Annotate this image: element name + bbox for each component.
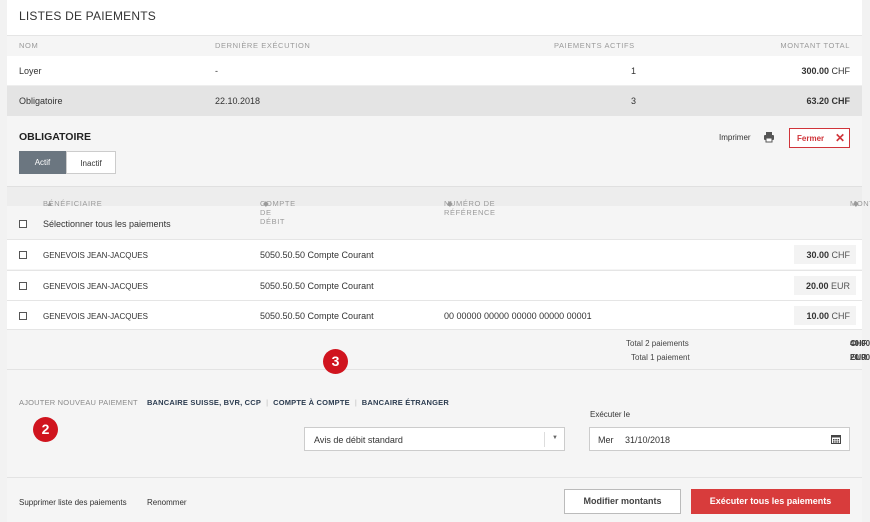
- page-title: LISTES DE PAIEMENTS: [19, 9, 156, 23]
- payments-column-header: BÉNÉFICIAIRE ▲ COMPTE DE DÉBIT ◆ NUMÉRO DE…: [7, 186, 870, 226]
- beneficiary: GENEVOIS JEAN-JACQUES: [43, 251, 148, 260]
- list-last: -: [215, 66, 218, 76]
- chevron-down-icon: ▼: [552, 435, 558, 441]
- list-row-loyer[interactable]: Loyer - 1 300.00 CHF: [7, 56, 862, 86]
- total-label: Total 2 paiements: [626, 339, 689, 348]
- sort-icon: ◆: [853, 199, 860, 208]
- printer-icon[interactable]: [763, 131, 775, 143]
- col-name: NOM: [19, 41, 39, 50]
- detail-title: OBLIGATOIRE: [19, 131, 91, 143]
- delete-list-link[interactable]: Supprimer liste des paiements: [19, 498, 127, 507]
- sort-icon: ◆: [263, 199, 270, 208]
- beneficiary: GENEVOIS JEAN-JACQUES: [43, 312, 148, 321]
- payment-checkbox[interactable]: [19, 251, 27, 259]
- tab-actif[interactable]: Actif: [19, 151, 66, 174]
- add-payment-row: AJOUTER NOUVEAU PAIEMENT BANCAIRE SUISSE…: [19, 398, 449, 407]
- execution-date-label: Exécuter le: [590, 410, 631, 419]
- list-amount: 300.00 CHF: [801, 66, 850, 76]
- payment-row[interactable]: GENEVOIS JEAN-JACQUES 5050.50.50 Compte …: [7, 300, 862, 330]
- debit-notice-value: Avis de débit standard: [314, 435, 403, 445]
- amount: 10.00 CHF: [806, 311, 850, 321]
- lists-header: LISTES DE PAIEMENTS: [7, 0, 862, 36]
- col-active-payments: PAIEMENTS ACTIFS: [554, 41, 635, 50]
- debit-account: 5050.50.50 Compte Courant: [260, 311, 374, 321]
- list-row-obligatoire[interactable]: Obligatoire 22.10.2018 3 63.20 CHF: [7, 86, 862, 116]
- status-toggle: Actif Inactif: [19, 151, 116, 174]
- execution-date-input[interactable]: Mer 31/10/2018: [589, 427, 850, 451]
- execution-day: Mer: [598, 435, 614, 445]
- step-badge-3: 3: [323, 349, 348, 374]
- list-active: 1: [631, 66, 637, 76]
- beneficiary: GENEVOIS JEAN-JACQUES: [43, 282, 148, 291]
- select-all-row: Sélectionner tous les paiements: [7, 208, 862, 239]
- add-payment-label: AJOUTER NOUVEAU PAIEMENT: [19, 398, 138, 407]
- select-all-label: Sélectionner tous les paiements: [43, 219, 171, 229]
- tab-inactif[interactable]: Inactif: [66, 151, 116, 174]
- divider: [7, 369, 862, 370]
- list-amount: 63.20 CHF: [806, 96, 850, 106]
- execute-all-button[interactable]: Exécuter tous les paiements: [691, 489, 850, 514]
- add-foreign-payment-link[interactable]: BANCAIRE ÉTRANGER: [362, 398, 449, 407]
- add-account-transfer-link[interactable]: COMPTE À COMPTE: [273, 398, 350, 407]
- reference: 00 00000 00000 00000 00000 00001: [444, 311, 592, 321]
- col-total-amount: MONTANT TOTAL: [780, 41, 850, 50]
- debit-notice-select[interactable]: Avis de débit standard ▼: [304, 427, 565, 451]
- divider: [7, 477, 862, 478]
- payment-checkbox[interactable]: [19, 312, 27, 320]
- sort-up-icon: ▲: [46, 199, 55, 208]
- amount: 30.00 CHF: [806, 250, 850, 260]
- total-label: Total 1 paiement: [631, 353, 690, 362]
- col-last-execution: DERNIÈRE EXÉCUTION: [215, 41, 311, 50]
- rename-link[interactable]: Renommer: [147, 498, 187, 507]
- step-badge-2: 2: [33, 417, 58, 442]
- payment-checkbox[interactable]: [19, 282, 27, 290]
- list-name: Obligatoire: [19, 96, 63, 106]
- lists-column-header: NOM DERNIÈRE EXÉCUTION PAIEMENTS ACTIFS …: [7, 37, 862, 55]
- modify-amounts-button[interactable]: Modifier montants: [564, 489, 681, 514]
- amount: 20.00 EUR: [805, 281, 850, 291]
- close-icon: ✕: [835, 131, 846, 145]
- select-all-checkbox[interactable]: [19, 220, 27, 228]
- payment-row[interactable]: GENEVOIS JEAN-JACQUES 5050.50.50 Compte …: [7, 270, 862, 300]
- print-link[interactable]: Imprimer: [719, 133, 751, 142]
- add-swiss-payment-link[interactable]: BANCAIRE SUISSE, BVR, CCP: [147, 398, 261, 407]
- calendar-icon[interactable]: [831, 434, 841, 444]
- list-active: 3: [631, 96, 637, 106]
- payment-row[interactable]: GENEVOIS JEAN-JACQUES 5050.50.50 Compte …: [7, 239, 862, 269]
- list-last: 22.10.2018: [215, 96, 261, 106]
- sort-icon: ◆: [447, 199, 454, 208]
- close-label: Fermer: [797, 134, 825, 143]
- list-name: Loyer: [19, 66, 42, 76]
- close-button[interactable]: Fermer ✕: [789, 128, 850, 148]
- execution-date-value: 31/10/2018: [625, 435, 671, 445]
- debit-account: 5050.50.50 Compte Courant: [260, 281, 374, 291]
- debit-account: 5050.50.50 Compte Courant: [260, 250, 374, 260]
